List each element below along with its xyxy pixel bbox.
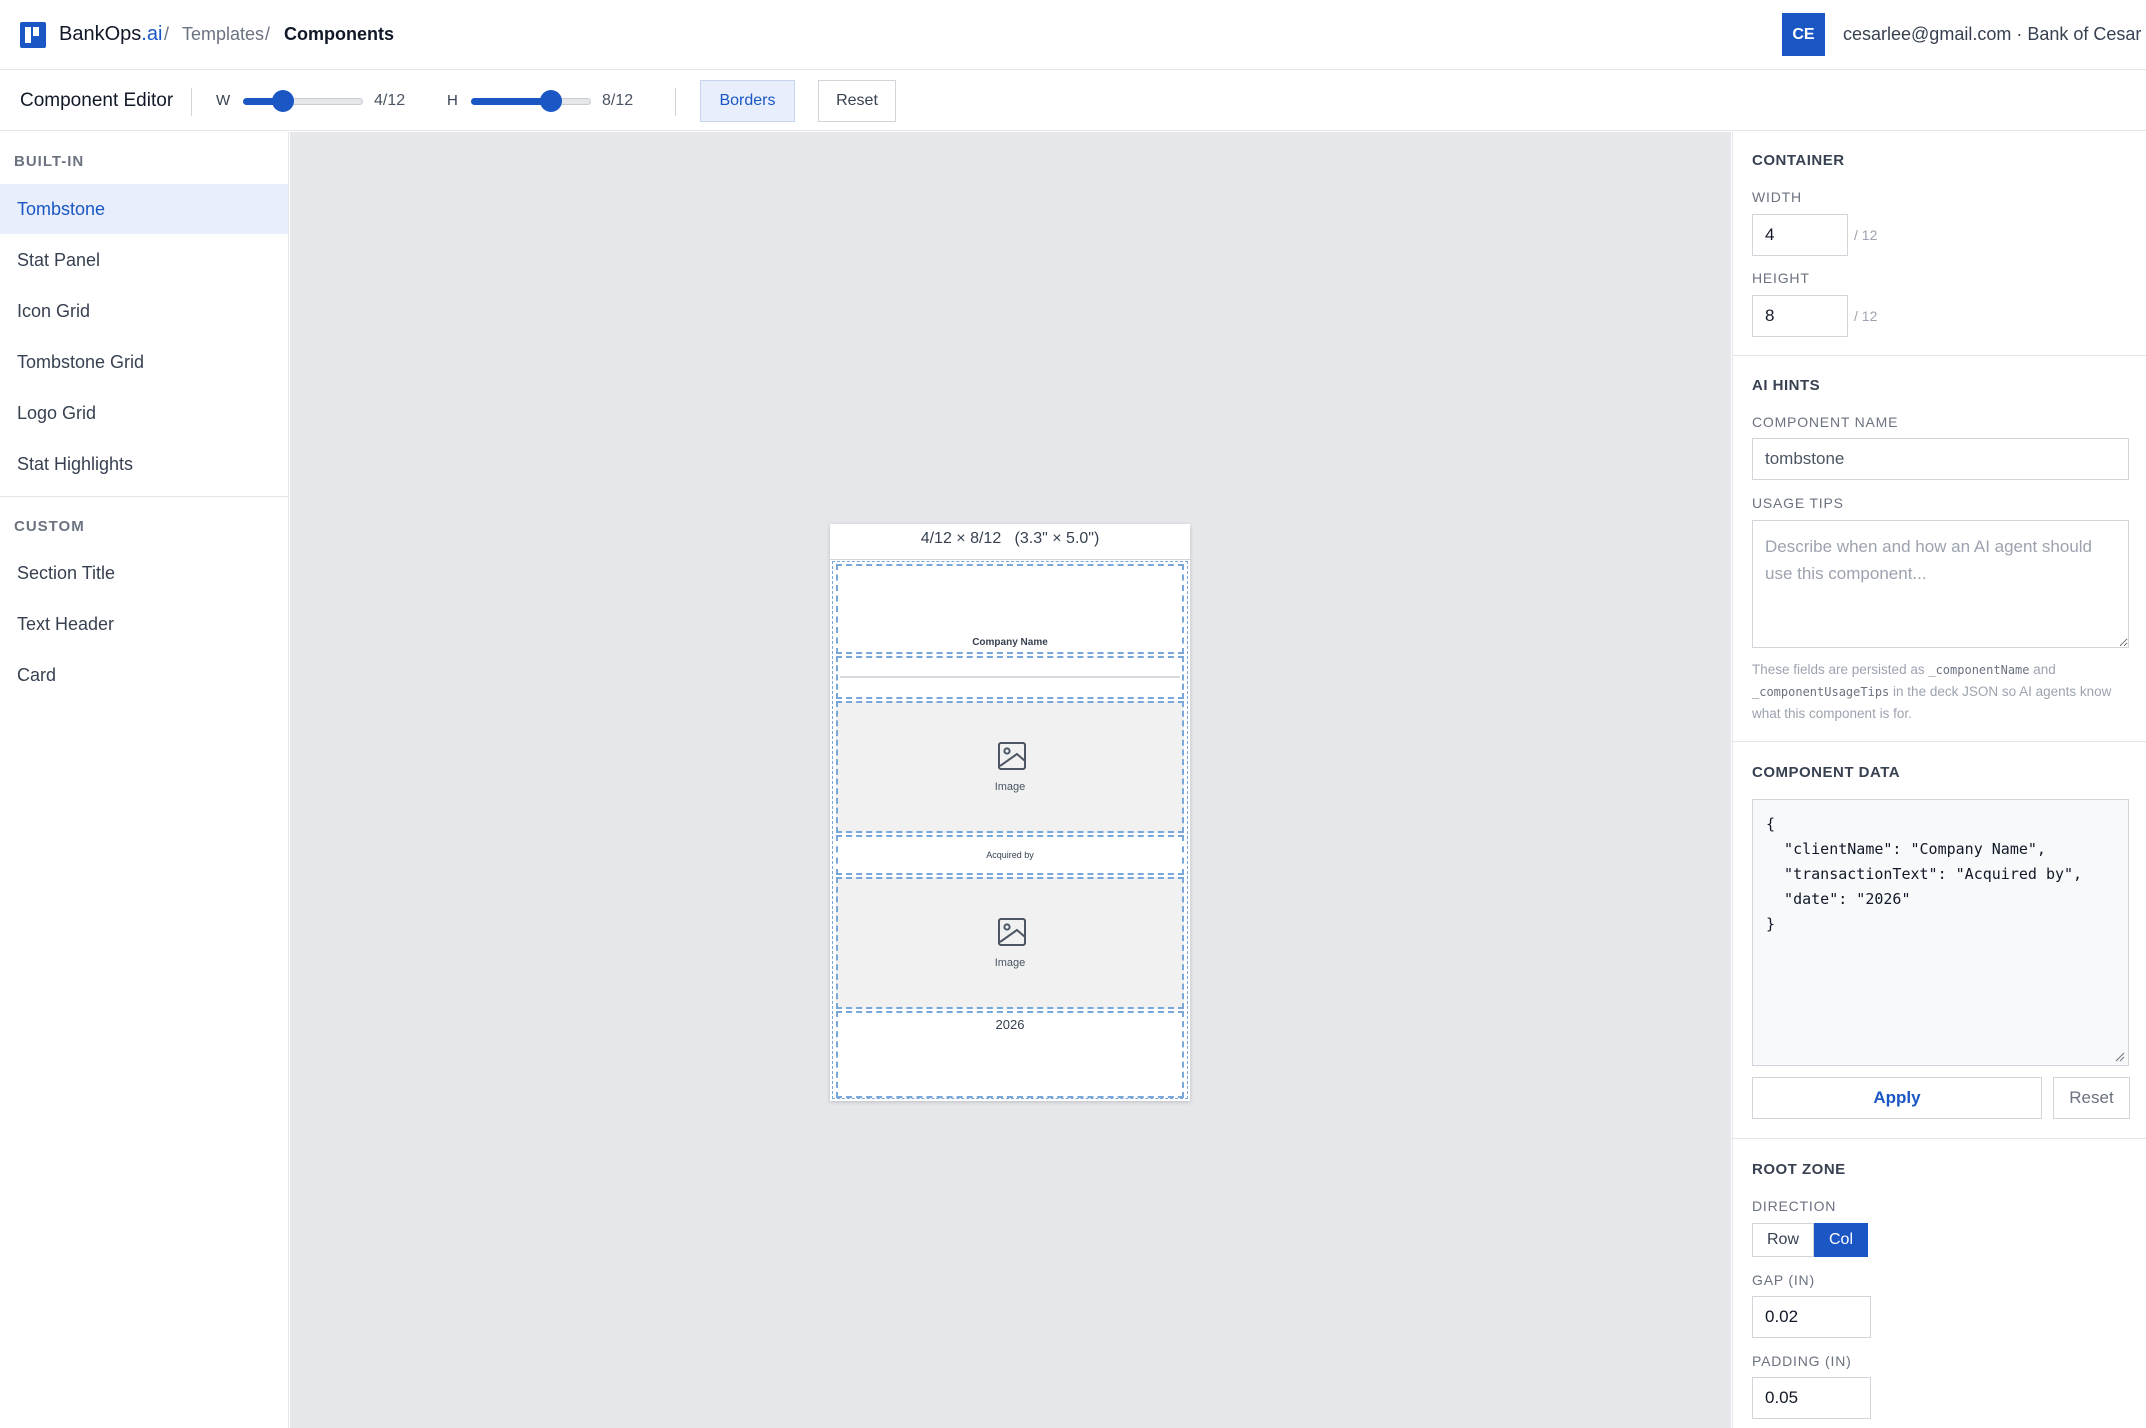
panel-divider <box>1733 355 2146 356</box>
sidebar-item-section-title[interactable]: Section Title <box>0 548 288 598</box>
toolbar-divider <box>675 88 676 116</box>
height-slider[interactable] <box>471 90 591 112</box>
component-data-heading: COMPONENT DATA <box>1752 764 1901 781</box>
component-preview-card[interactable]: 4/12 × 8/12 (3.3" × 5.0") Company Name I… <box>830 524 1190 1101</box>
date-text: 2026 <box>995 1017 1025 1032</box>
component-name-label: COMPONENT NAME <box>1752 414 1899 430</box>
divider-zone[interactable] <box>836 656 1184 699</box>
breadcrumb-separator: / <box>265 24 271 44</box>
builtin-section-heading: BUILT-IN <box>14 153 85 170</box>
root-zone-heading: ROOT ZONE <box>1752 1161 1846 1178</box>
sidebar-item-stat-highlights[interactable]: Stat Highlights <box>0 439 288 489</box>
image-placeholder-label: Image <box>994 781 1026 793</box>
transaction-text-zone[interactable]: Acquired by <box>836 835 1184 875</box>
width-unit-label: / 12 <box>1854 227 1878 243</box>
height-slider-label: H <box>447 92 458 109</box>
gap-input[interactable] <box>1752 1296 1871 1338</box>
apply-button[interactable]: Apply <box>1752 1077 2042 1119</box>
direction-row-option[interactable]: Row <box>1752 1223 1814 1257</box>
sidebar-item-card[interactable]: Card <box>0 650 288 700</box>
sidebar-item-logo-grid[interactable]: Logo Grid <box>0 388 288 438</box>
user-avatar[interactable]: CE <box>1782 13 1825 56</box>
usage-tips-textarea[interactable] <box>1752 520 2129 648</box>
root-zone[interactable]: Company Name Image Acquired by Image 202… <box>832 561 1188 1099</box>
editor-toolbar: Component Editor W 4/12 H 8/12 Borders R… <box>0 71 2146 131</box>
preview-size-label: 4/12 × 8/12 (3.3" × 5.0") <box>830 524 1190 560</box>
width-input[interactable] <box>1752 214 1848 256</box>
usage-tips-label: USAGE TIPS <box>1752 495 1844 511</box>
resize-handle-icon[interactable] <box>2115 1052 2125 1062</box>
properties-panel: CONTAINER WIDTH / 12 HEIGHT / 12 AI HINT… <box>1732 132 2146 1428</box>
breadcrumb-components: Components <box>284 24 394 44</box>
container-heading: CONTAINER <box>1752 152 1845 169</box>
width-slider[interactable] <box>243 90 363 112</box>
component-data-json: { "clientName": "Company Name", "transac… <box>1766 815 2083 933</box>
client-name-zone[interactable]: Company Name <box>836 564 1184 654</box>
company-name-text: Company Name <box>972 637 1048 648</box>
height-input[interactable] <box>1752 295 1848 337</box>
sidebar-item-text-header[interactable]: Text Header <box>0 599 288 649</box>
editor-canvas: 4/12 × 8/12 (3.3" × 5.0") Company Name I… <box>290 132 1731 1428</box>
panel-divider <box>1733 741 2146 742</box>
user-account-label[interactable]: cesarlee@gmail.com · Bank of Cesar <box>1843 24 2141 45</box>
direction-label: DIRECTION <box>1752 1198 1837 1214</box>
toolbar-divider <box>191 88 192 116</box>
custom-section-heading: CUSTOM <box>14 518 85 535</box>
panel-divider <box>1733 1138 2146 1139</box>
acquired-by-text: Acquired by <box>986 850 1034 860</box>
width-slider-label: W <box>216 92 231 109</box>
ai-hints-note: These fields are persisted as _component… <box>1752 662 2112 721</box>
brand-name[interactable]: BankOps.ai <box>59 23 162 46</box>
padding-label: PADDING (IN) <box>1752 1353 1852 1369</box>
borders-toggle-button[interactable]: Borders <box>700 80 795 122</box>
data-reset-button[interactable]: Reset <box>2053 1077 2130 1119</box>
brand-logo-icon[interactable] <box>20 22 46 48</box>
top-bar: BankOps.ai / Templates / Components CE c… <box>0 0 2146 70</box>
height-field-label: HEIGHT <box>1752 270 1810 286</box>
sidebar-item-icon-grid[interactable]: Icon Grid <box>0 286 288 336</box>
date-zone[interactable]: 2026 <box>836 1011 1184 1098</box>
width-slider-value: 4/12 <box>374 92 406 109</box>
component-name-input[interactable] <box>1752 438 2129 480</box>
sidebar-item-stat-panel[interactable]: Stat Panel <box>0 235 288 285</box>
sidebar-item-tombstone[interactable]: Tombstone <box>0 184 288 234</box>
component-name-key: _componentName <box>1928 663 2030 677</box>
image-zone-bottom[interactable]: Image <box>836 877 1184 1009</box>
breadcrumb-templates[interactable]: Templates <box>182 24 264 45</box>
sidebar-item-tombstone-grid[interactable]: Tombstone Grid <box>0 337 288 387</box>
padding-input[interactable] <box>1752 1377 1871 1419</box>
width-slider-thumb[interactable] <box>271 90 294 112</box>
image-icon <box>998 918 1026 946</box>
height-slider-thumb[interactable] <box>540 90 563 112</box>
direction-col-option[interactable]: Col <box>1814 1223 1868 1257</box>
height-slider-value: 8/12 <box>602 92 634 109</box>
image-placeholder-label: Image <box>994 957 1026 969</box>
ai-hints-heading: AI HINTS <box>1752 377 1821 394</box>
divider-line <box>840 676 1180 678</box>
reset-button[interactable]: Reset <box>818 80 896 122</box>
component-data-editor[interactable]: { "clientName": "Company Name", "transac… <box>1752 799 2129 1066</box>
component-sidebar: BUILT-IN Tombstone Stat Panel Icon Grid … <box>0 132 289 1428</box>
toolbar-title: Component Editor <box>20 90 174 111</box>
height-slider-fill <box>471 98 552 105</box>
component-usage-tips-key: _componentUsageTips <box>1752 685 1890 699</box>
gap-label: GAP (IN) <box>1752 1272 1815 1288</box>
sidebar-divider <box>0 496 288 497</box>
width-field-label: WIDTH <box>1752 189 1802 205</box>
height-unit-label: / 12 <box>1854 308 1878 324</box>
image-zone-top[interactable]: Image <box>836 701 1184 833</box>
image-icon <box>998 742 1026 770</box>
breadcrumb-separator: / <box>164 24 170 44</box>
